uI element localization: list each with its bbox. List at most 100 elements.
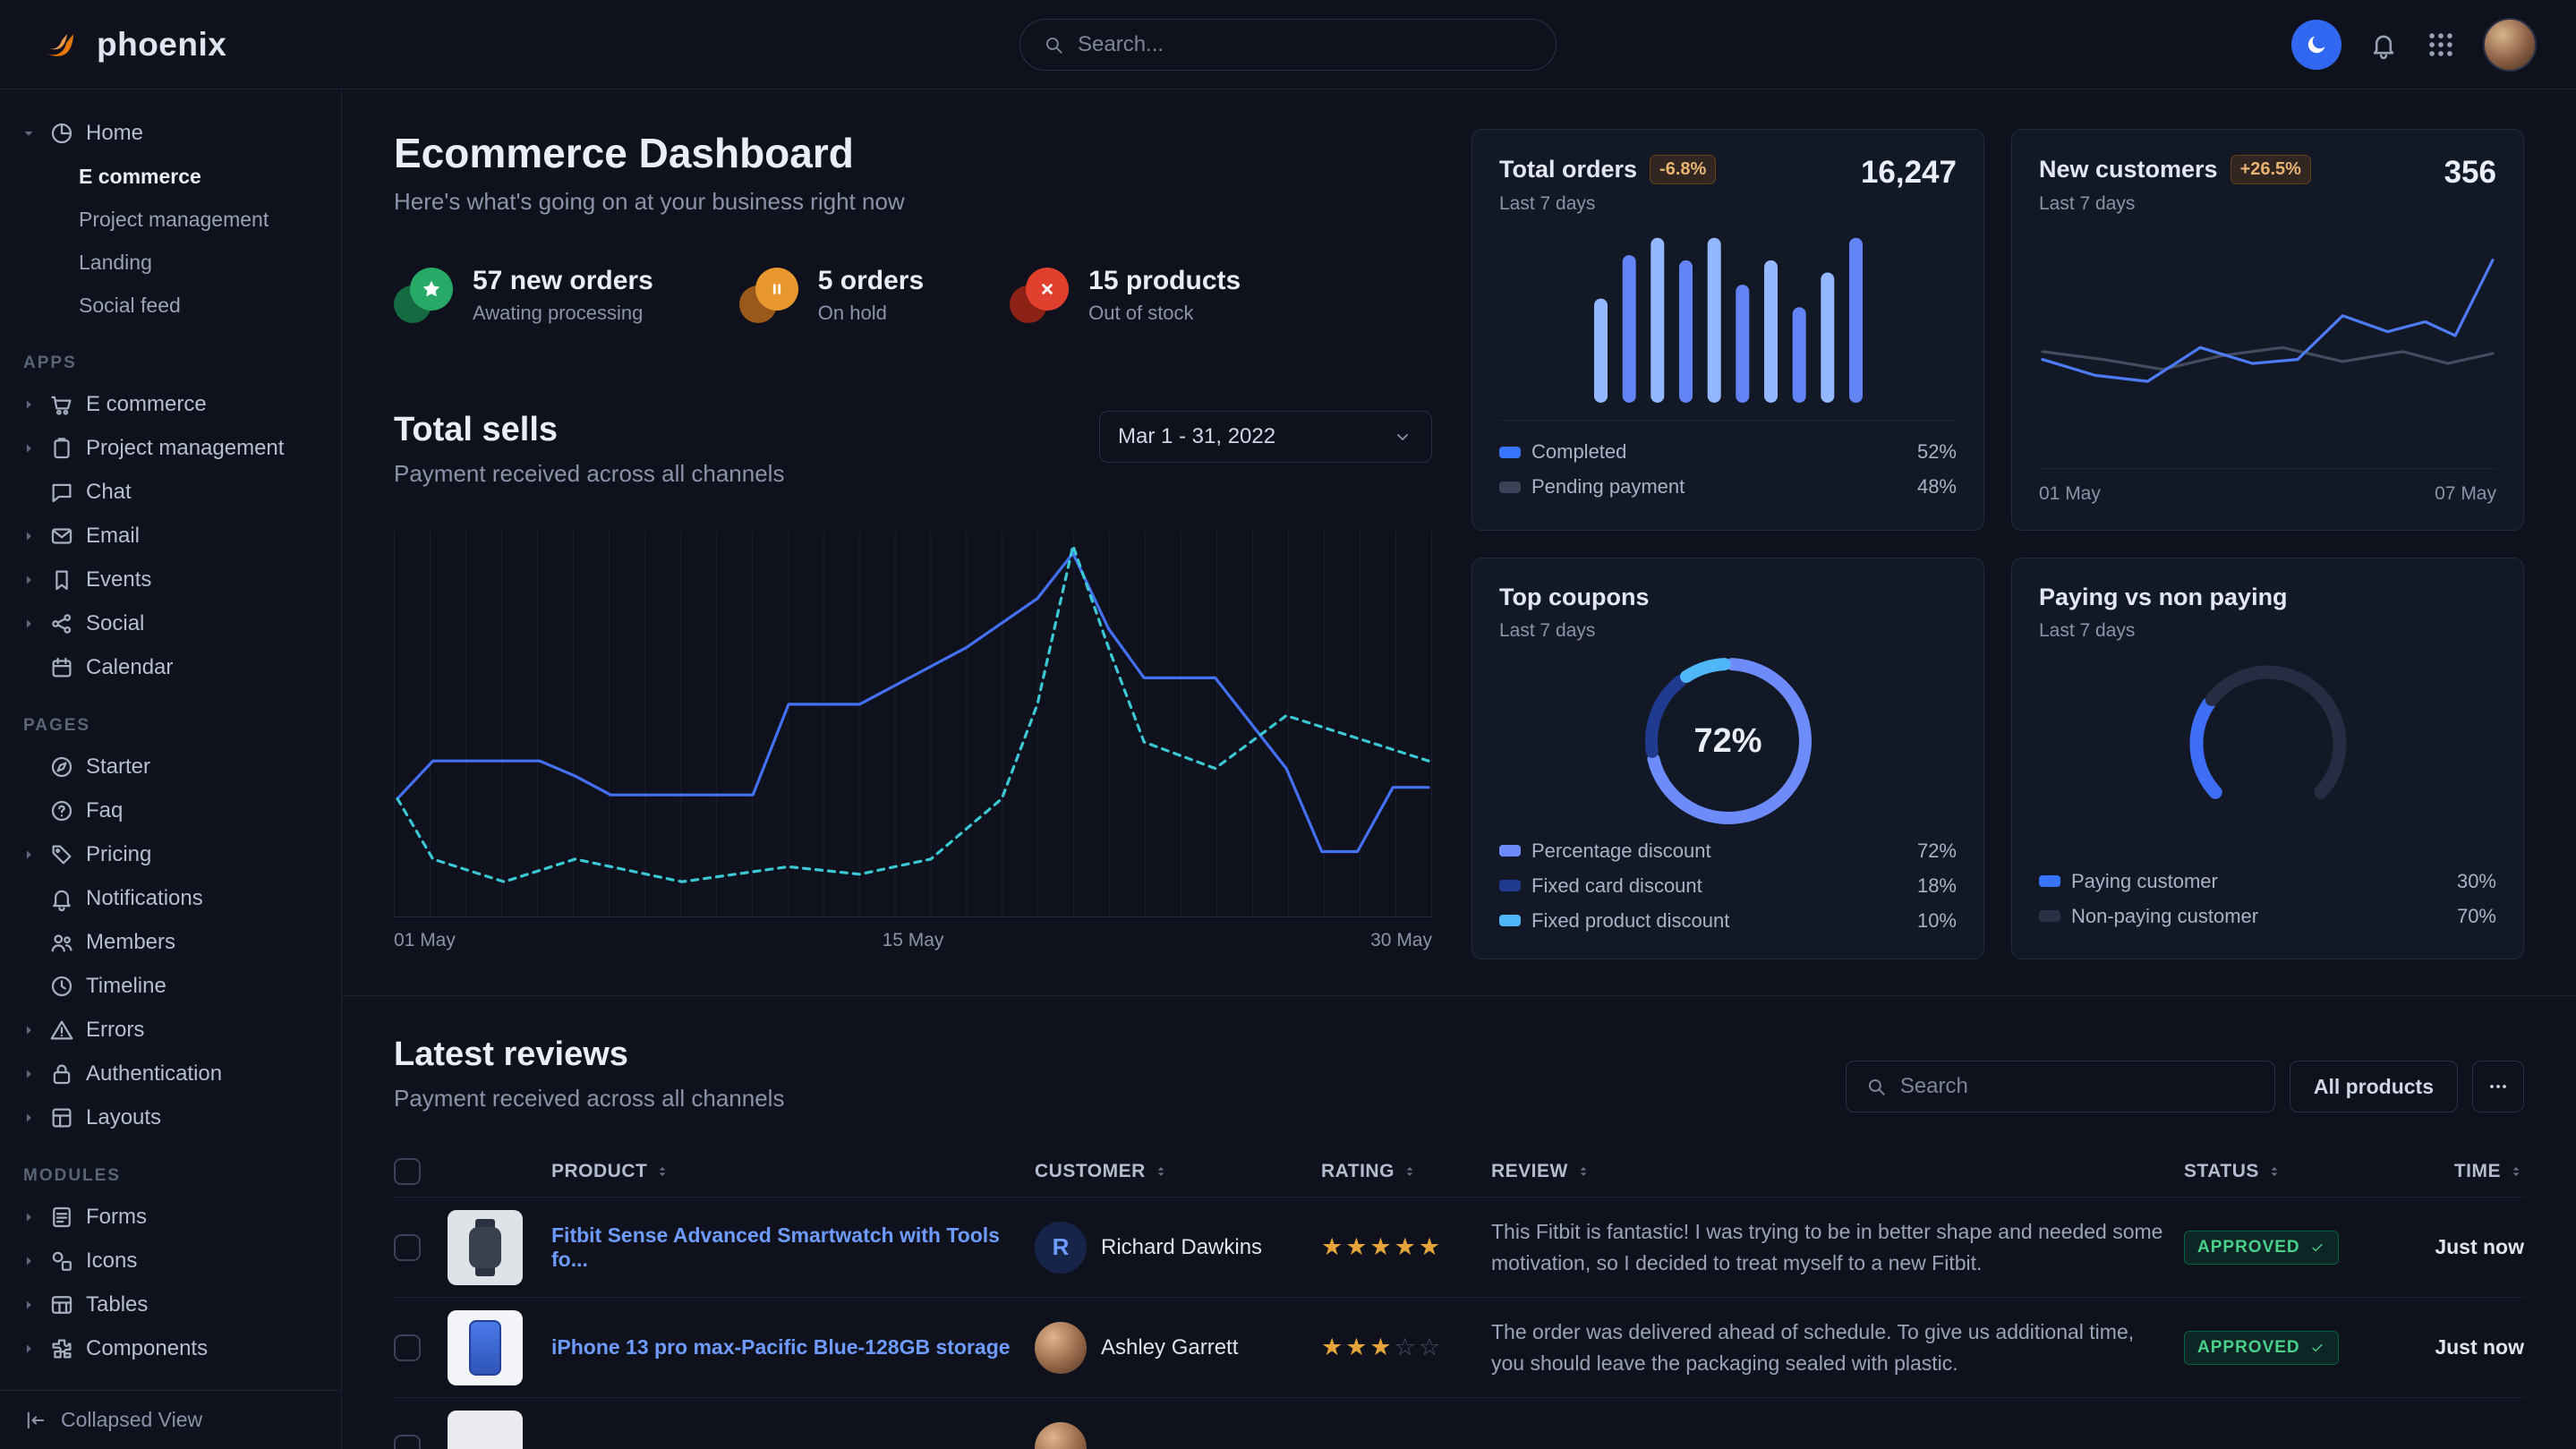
theme-toggle-button[interactable]	[2291, 20, 2341, 70]
page-title: Ecommerce Dashboard	[394, 129, 1432, 177]
sidebar-item-home[interactable]: Home	[0, 111, 341, 155]
sidebar: Home E commerce Project management Landi…	[0, 89, 342, 1449]
caret-down-icon	[20, 124, 38, 142]
alert-triangle-icon	[48, 1017, 75, 1044]
sidebar-item-icons[interactable]: Icons	[0, 1239, 341, 1283]
sidebar-item-tables[interactable]: Tables	[0, 1283, 341, 1326]
sidebar-subitem-project-management[interactable]: Project management	[0, 198, 341, 241]
navbar-actions	[2291, 18, 2537, 72]
sidebar-item-authentication[interactable]: Authentication	[0, 1052, 341, 1095]
stat-out-of-stock: 15 productsOut of stock	[1010, 266, 1241, 325]
stat-orders-on-hold: 5 ordersOn hold	[739, 266, 924, 325]
sidebar-item-apps-project-management[interactable]: Project management	[0, 426, 341, 470]
trend-badge: -6.8%	[1650, 155, 1716, 184]
caret-right-icon	[20, 1065, 38, 1083]
all-products-filter-button[interactable]: All products	[2290, 1061, 2458, 1112]
question-circle-icon	[48, 797, 75, 824]
column-header-review[interactable]: REVIEW	[1491, 1161, 2166, 1182]
table-icon	[48, 1291, 75, 1318]
rating-stars: ★★★★★	[1321, 1233, 1473, 1261]
sidebar-item-social[interactable]: Social	[0, 601, 341, 645]
search-icon	[1864, 1075, 1888, 1098]
sidebar-item-errors[interactable]: Errors	[0, 1008, 341, 1052]
cart-icon	[48, 391, 75, 418]
search-icon	[1042, 33, 1065, 56]
row-checkbox[interactable]	[394, 1435, 421, 1449]
column-header-time[interactable]: TIME	[2408, 1161, 2524, 1182]
product-thumbnail-phone[interactable]	[448, 1310, 523, 1385]
caret-right-icon	[20, 1208, 38, 1226]
brand-link[interactable]: phoenix	[39, 23, 226, 66]
sidebar-item-timeline[interactable]: Timeline	[0, 964, 341, 1008]
sidebar-item-layouts[interactable]: Layouts	[0, 1095, 341, 1139]
pause-icon	[765, 277, 789, 301]
sidebar-subitem-landing[interactable]: Landing	[0, 241, 341, 284]
caret-spacer	[20, 659, 38, 677]
phone-image	[469, 1320, 501, 1376]
bell-icon	[48, 885, 75, 912]
sidebar-item-pricing[interactable]: Pricing	[0, 832, 341, 876]
collapsed-view-toggle[interactable]: Collapsed View	[0, 1390, 341, 1449]
sidebar-item-notifications[interactable]: Notifications	[0, 876, 341, 920]
sidebar-subitem-social-feed[interactable]: Social feed	[0, 284, 341, 327]
review-text: This Fitbit is fantastic! I was trying t…	[1491, 1216, 2166, 1278]
more-options-button[interactable]	[2472, 1061, 2524, 1112]
customer-cell: R Richard Dawkins	[1035, 1222, 1303, 1274]
customer-cell	[1035, 1422, 1303, 1449]
sidebar-item-forms[interactable]: Forms	[0, 1195, 341, 1239]
column-header-product[interactable]: PRODUCT	[551, 1161, 1017, 1182]
sidebar-item-faq[interactable]: Faq	[0, 788, 341, 832]
reviews-search-input[interactable]	[1900, 1074, 2256, 1099]
product-thumbnail-watch[interactable]	[448, 1210, 523, 1285]
column-header-customer[interactable]: CUSTOMER	[1035, 1161, 1303, 1182]
paying-vs-non-paying-card: Paying vs non paying Last 7 days Paying …	[2011, 558, 2524, 959]
user-avatar[interactable]	[2483, 18, 2537, 72]
column-header-rating[interactable]: RATING	[1321, 1161, 1473, 1182]
apps-grid-icon[interactable]	[2426, 30, 2456, 60]
sidebar-item-components[interactable]: Components	[0, 1326, 341, 1370]
sort-icon	[2508, 1163, 2524, 1180]
caret-right-icon	[20, 846, 38, 864]
card-title: Paying vs non paying	[2039, 584, 2288, 611]
total-sells-title: Total sells	[394, 411, 784, 449]
sidebar-item-calendar[interactable]: Calendar	[0, 645, 341, 689]
total-orders-value: 16,247	[1861, 155, 1957, 191]
product-thumbnail[interactable]	[448, 1411, 523, 1449]
sidebar-item-starter[interactable]: Starter	[0, 745, 341, 788]
customer-avatar-photo	[1035, 1322, 1087, 1374]
date-range-select[interactable]: Mar 1 - 31, 2022	[1099, 411, 1432, 463]
sidebar-item-members[interactable]: Members	[0, 920, 341, 964]
watch-image	[469, 1227, 501, 1268]
product-link[interactable]: Fitbit Sense Advanced Smartwatch with To…	[551, 1223, 1017, 1272]
caret-spacer	[20, 483, 38, 501]
global-search-input[interactable]	[1078, 32, 1534, 57]
select-all-checkbox[interactable]	[394, 1158, 421, 1185]
notifications-bell-icon[interactable]	[2368, 30, 2399, 60]
caret-spacer	[20, 977, 38, 995]
row-checkbox[interactable]	[394, 1334, 421, 1361]
new-customers-chart	[2039, 229, 2496, 440]
caret-spacer	[20, 758, 38, 776]
moon-icon	[2303, 31, 2330, 58]
row-checkbox[interactable]	[394, 1234, 421, 1261]
product-link[interactable]: iPhone 13 pro max-Pacific Blue-128GB sto…	[551, 1335, 1017, 1360]
column-header-status[interactable]: STATUS	[2184, 1161, 2390, 1182]
on-hold-blob	[739, 268, 798, 323]
sidebar-item-email[interactable]: Email	[0, 514, 341, 558]
legend-swatch	[1499, 482, 1521, 493]
table-row-partial	[394, 1397, 2524, 1449]
caret-right-icon	[20, 1296, 38, 1314]
check-icon	[2309, 1240, 2325, 1256]
sidebar-item-chat[interactable]: Chat	[0, 470, 341, 514]
caret-right-icon	[20, 1109, 38, 1127]
sort-icon	[1153, 1163, 1169, 1180]
clock-icon	[48, 973, 75, 1000]
sidebar-item-events[interactable]: Events	[0, 558, 341, 601]
top-navbar: phoenix	[0, 0, 2576, 89]
sidebar-item-apps-e-commerce[interactable]: E commerce	[0, 382, 341, 426]
orders-bar-chart	[1594, 224, 1863, 403]
card-title: Top coupons	[1499, 584, 1649, 611]
sidebar-subitem-e-commerce[interactable]: E commerce	[0, 155, 341, 198]
sort-icon	[654, 1163, 670, 1180]
total-sells-subtitle: Payment received across all channels	[394, 460, 784, 488]
